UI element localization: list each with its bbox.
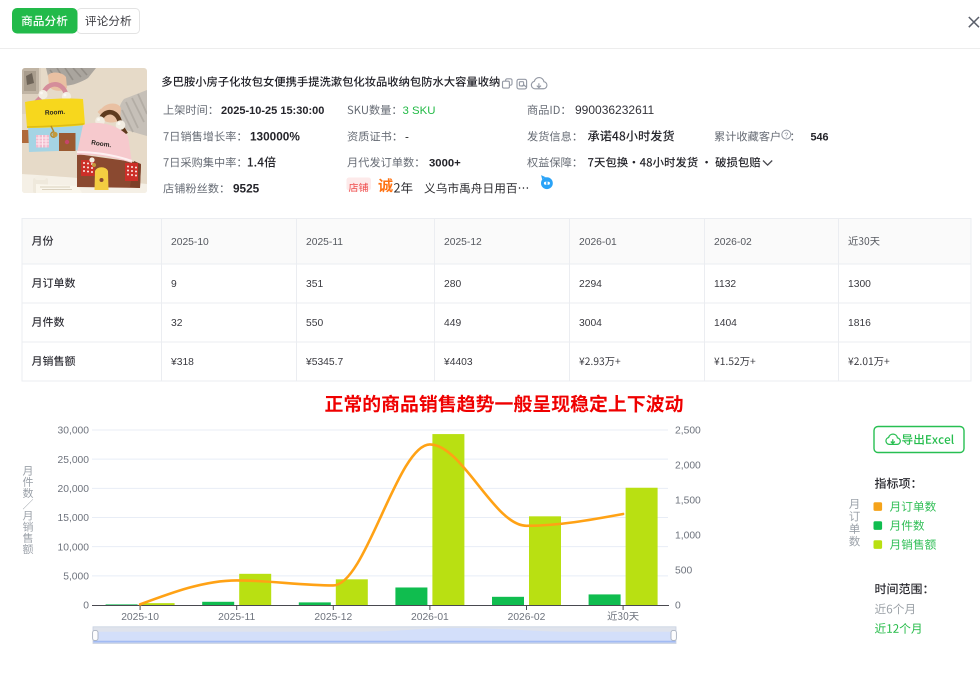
svg-text:550: 550 [306, 318, 323, 329]
svg-text:30,000: 30,000 [58, 426, 90, 437]
svg-text:0: 0 [675, 601, 681, 612]
svg-text:990036232611: 990036232611 [575, 103, 655, 117]
svg-text:1816: 1816 [848, 318, 871, 329]
svg-text:2025-11: 2025-11 [218, 612, 255, 623]
svg-text:20,000: 20,000 [58, 484, 90, 495]
svg-text:1132: 1132 [714, 279, 736, 290]
svg-text:449: 449 [444, 318, 461, 329]
svg-text:3004: 3004 [579, 318, 602, 329]
svg-text:2,500: 2,500 [675, 426, 701, 437]
svg-text:¥318: ¥318 [170, 357, 194, 368]
svg-text:3000+: 3000+ [429, 158, 461, 170]
svg-text:32: 32 [171, 318, 183, 329]
svg-text:10,000: 10,000 [58, 542, 90, 553]
svg-text:1,500: 1,500 [675, 496, 701, 507]
svg-text:2025-10: 2025-10 [171, 237, 209, 248]
svg-text:¥4403: ¥4403 [443, 357, 473, 368]
svg-text:15,000: 15,000 [58, 513, 90, 524]
svg-text:2026-01: 2026-01 [579, 237, 617, 248]
svg-text:9: 9 [171, 279, 177, 290]
svg-text:2025-10: 2025-10 [121, 612, 159, 623]
svg-text:2026-02: 2026-02 [508, 612, 546, 623]
svg-text:?: ? [784, 133, 788, 140]
svg-text:2,000: 2,000 [675, 461, 701, 472]
svg-text:351: 351 [306, 279, 323, 290]
svg-text:546: 546 [811, 132, 829, 144]
svg-text:-: - [405, 131, 409, 144]
svg-text:5,000: 5,000 [63, 572, 89, 583]
svg-text:1300: 1300 [848, 279, 871, 290]
svg-text:25,000: 25,000 [58, 455, 90, 466]
svg-text:2026-01: 2026-01 [411, 612, 449, 623]
svg-text:2025-10-25 15:30:00: 2025-10-25 15:30:00 [221, 105, 324, 117]
svg-text:¥5345.7: ¥5345.7 [305, 357, 343, 368]
svg-text:1,000: 1,000 [675, 531, 701, 542]
svg-text:3 SKU: 3 SKU [403, 105, 436, 117]
svg-text:2025-12: 2025-12 [444, 237, 482, 248]
svg-text:2294: 2294 [579, 279, 602, 290]
svg-text:Room.: Room. [45, 109, 66, 117]
svg-text:280: 280 [444, 279, 461, 290]
svg-text:1404: 1404 [714, 318, 737, 329]
svg-text:9525: 9525 [233, 182, 260, 196]
svg-text:0: 0 [83, 601, 89, 612]
svg-text:130000%: 130000% [250, 130, 300, 144]
svg-text:2025-12: 2025-12 [314, 612, 352, 623]
svg-text:500: 500 [675, 566, 692, 577]
svg-text:2026-02: 2026-02 [714, 237, 752, 248]
svg-text:2025-11: 2025-11 [306, 237, 343, 248]
